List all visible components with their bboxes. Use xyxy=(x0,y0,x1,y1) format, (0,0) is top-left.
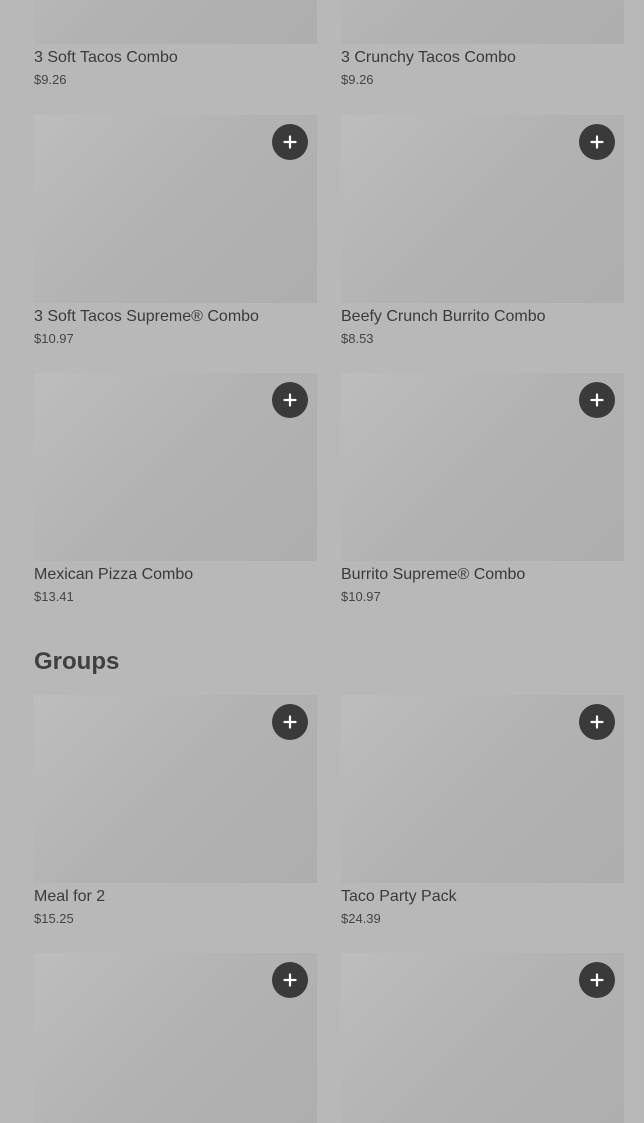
menu-item-card[interactable]: Mexican Pizza Combo $13.41 xyxy=(34,373,317,604)
menu-item-card[interactable]: Burrito Supreme® Combo $10.97 xyxy=(341,373,624,604)
item-name[interactable]: 3 Soft Tacos Supreme® Combo xyxy=(34,308,317,326)
item-name[interactable]: Burrito Supreme® Combo xyxy=(341,566,624,584)
item-price: $10.97 xyxy=(341,589,381,604)
add-item-button[interactable] xyxy=(272,962,308,998)
item-price: $24.39 xyxy=(341,911,381,926)
plus-icon xyxy=(590,973,604,987)
plus-icon xyxy=(283,135,297,149)
item-image[interactable] xyxy=(341,373,624,561)
add-item-button[interactable] xyxy=(272,124,308,160)
menu-item-card[interactable] xyxy=(34,953,317,1123)
item-image[interactable] xyxy=(341,695,624,883)
item-price: $15.25 xyxy=(34,911,74,926)
item-price: $9.26 xyxy=(341,72,374,87)
groups-grid-row-2 xyxy=(34,953,624,1123)
item-image[interactable] xyxy=(34,953,317,1123)
menu-item-card[interactable]: 3 Crunchy Tacos Combo $9.26 xyxy=(341,0,624,87)
add-item-button[interactable] xyxy=(272,382,308,418)
menu-page: 3 Soft Tacos Combo $9.26 3 Crunchy Tacos… xyxy=(0,0,644,1123)
menu-item-card[interactable]: Meal for 2 $15.25 xyxy=(34,695,317,926)
combos-grid-row-3: Mexican Pizza Combo $13.41 Burrito Supre… xyxy=(34,373,624,604)
item-price: $10.97 xyxy=(34,331,74,346)
menu-item-card[interactable]: Beefy Crunch Burrito Combo $8.53 xyxy=(341,115,624,346)
combos-grid: 3 Soft Tacos Combo $9.26 3 Crunchy Tacos… xyxy=(34,0,624,87)
item-image[interactable] xyxy=(34,695,317,883)
plus-icon xyxy=(283,393,297,407)
item-name[interactable]: Meal for 2 xyxy=(34,888,317,906)
menu-item-card[interactable]: 3 Soft Tacos Combo $9.26 xyxy=(34,0,317,87)
groups-grid-row-1: Meal for 2 $15.25 Taco Party Pack $24.39 xyxy=(34,695,624,926)
add-item-button[interactable] xyxy=(272,704,308,740)
menu-item-card[interactable]: 3 Soft Tacos Supreme® Combo $10.97 xyxy=(34,115,317,346)
item-image[interactable] xyxy=(34,0,317,44)
menu-item-card[interactable]: Taco Party Pack $24.39 xyxy=(341,695,624,926)
item-name[interactable]: Beefy Crunch Burrito Combo xyxy=(341,308,624,326)
item-image[interactable] xyxy=(34,373,317,561)
item-image[interactable] xyxy=(341,953,624,1123)
item-price: $8.53 xyxy=(341,331,374,346)
add-item-button[interactable] xyxy=(579,704,615,740)
item-image[interactable] xyxy=(341,0,624,44)
plus-icon xyxy=(283,715,297,729)
plus-icon xyxy=(590,715,604,729)
combos-grid-row-2: 3 Soft Tacos Supreme® Combo $10.97 Beefy… xyxy=(34,115,624,346)
item-name[interactable]: Taco Party Pack xyxy=(341,888,624,906)
plus-icon xyxy=(590,393,604,407)
item-name[interactable]: Mexican Pizza Combo xyxy=(34,566,317,584)
item-price: $13.41 xyxy=(34,589,74,604)
item-name[interactable]: 3 Soft Tacos Combo xyxy=(34,49,317,67)
add-item-button[interactable] xyxy=(579,962,615,998)
plus-icon xyxy=(283,973,297,987)
section-title-groups: Groups xyxy=(34,648,120,675)
item-name[interactable]: 3 Crunchy Tacos Combo xyxy=(341,49,624,67)
add-item-button[interactable] xyxy=(579,124,615,160)
add-item-button[interactable] xyxy=(579,382,615,418)
item-image[interactable] xyxy=(341,115,624,303)
item-price: $9.26 xyxy=(34,72,67,87)
item-image[interactable] xyxy=(34,115,317,303)
menu-item-card[interactable] xyxy=(341,953,624,1123)
plus-icon xyxy=(590,135,604,149)
